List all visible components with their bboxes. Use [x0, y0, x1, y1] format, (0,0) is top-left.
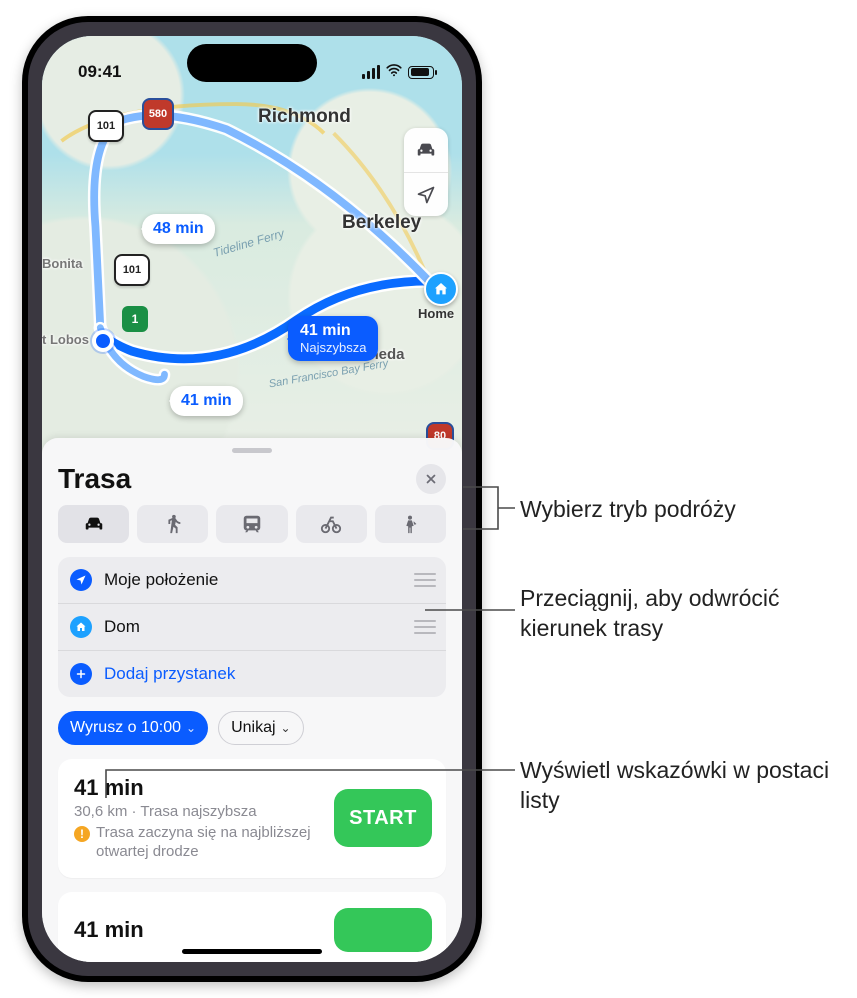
- road-shield-i580: 580: [142, 98, 174, 130]
- callout-modes: Wybierz tryb podróży: [520, 495, 736, 525]
- location-arrow-icon: [70, 569, 92, 591]
- road-shield-us101: 101: [114, 254, 150, 286]
- map-label-bonita: Bonita: [42, 256, 82, 271]
- add-stop-label: Dodaj przystanek: [104, 664, 436, 684]
- route-bubble-time: 41 min: [300, 322, 351, 339]
- close-button[interactable]: [416, 464, 446, 494]
- chevron-down-icon: ⌄: [281, 721, 291, 735]
- add-stop-button[interactable]: Dodaj przystanek: [58, 651, 446, 697]
- directions-sheet: Trasa: [42, 438, 462, 962]
- route-bubble-alt[interactable]: 48 min: [142, 214, 215, 244]
- map-controls: [404, 128, 448, 216]
- home-icon: [70, 616, 92, 638]
- waypoint-from[interactable]: Moje położenie: [58, 557, 446, 604]
- avoid-chip[interactable]: Unikaj ⌄: [218, 711, 304, 745]
- mode-rideshare[interactable]: [375, 505, 446, 543]
- depart-time-chip[interactable]: Wyrusz o 10:00 ⌄: [58, 711, 208, 745]
- route-subtitle: 30,6 km · Trasa najszybsza: [74, 803, 322, 820]
- battery-icon: [408, 66, 434, 79]
- sheet-grabber[interactable]: [232, 448, 272, 453]
- mode-drive[interactable]: [58, 505, 129, 543]
- marker-start[interactable]: [92, 330, 114, 352]
- wifi-icon: [385, 61, 403, 84]
- plus-icon: [70, 663, 92, 685]
- marker-home[interactable]: [424, 272, 458, 306]
- start-button[interactable]: [334, 908, 432, 952]
- waypoint-from-label: Moje położenie: [104, 570, 402, 590]
- waypoint-to-label: Dom: [104, 617, 402, 637]
- locate-me-button[interactable]: [404, 172, 448, 216]
- depart-time-label: Wyrusz o 10:00: [70, 719, 181, 737]
- warning-icon: !: [74, 826, 90, 842]
- phone-frame: 09:41: [22, 16, 482, 982]
- status-time: 09:41: [78, 62, 121, 82]
- callout-list: Wyświetl wskazówki w postaci listy: [520, 756, 840, 816]
- home-indicator[interactable]: [182, 949, 322, 954]
- drag-handle-icon[interactable]: [414, 573, 436, 587]
- start-button-label: START: [349, 807, 417, 830]
- route-warning: Trasa zaczyna się na najbliższej otwarte…: [96, 824, 322, 862]
- route-time: 41 min: [74, 775, 322, 801]
- marker-home-label: Home: [418, 306, 454, 321]
- mode-transit[interactable]: [216, 505, 287, 543]
- mode-cycle[interactable]: [296, 505, 367, 543]
- road-shield-ca1: 1: [122, 306, 148, 332]
- avoid-label: Unikaj: [231, 719, 275, 737]
- dynamic-island: [187, 44, 317, 82]
- waypoint-to[interactable]: Dom: [58, 604, 446, 651]
- map-label-richmond: Richmond: [258, 106, 351, 128]
- road-shield-us101: 101: [88, 110, 124, 142]
- map-label-lobos: t Lobos: [42, 332, 89, 347]
- phone-bezel: 09:41: [28, 22, 476, 976]
- callout-drag: Przeciągnij, aby odwrócić kierunek trasy: [520, 584, 840, 644]
- drag-handle-icon[interactable]: [414, 620, 436, 634]
- route-bubble-selected[interactable]: 41 min Najszybsza: [288, 316, 378, 361]
- map-label-berkeley: Berkeley: [342, 212, 421, 234]
- route-card[interactable]: 41 min 30,6 km · Trasa najszybsza ! Tras…: [58, 759, 446, 878]
- screen: 09:41: [42, 36, 462, 962]
- route-bubble-alt[interactable]: 41 min: [170, 386, 243, 416]
- sheet-title: Trasa: [58, 463, 131, 495]
- chevron-down-icon: ⌄: [186, 721, 196, 735]
- map-view[interactable]: Richmond Berkeley Alameda Bonita t Lobos…: [42, 36, 462, 456]
- cell-signal-icon: [362, 65, 380, 79]
- waypoints-list: Moje położenie Dom Dodaj: [58, 557, 446, 697]
- route-bubble-sub: Najszybsza: [300, 340, 366, 355]
- travel-mode-switcher: [58, 505, 446, 543]
- map-mode-button[interactable]: [404, 128, 448, 172]
- start-button[interactable]: START: [334, 789, 432, 847]
- route-time: 41 min: [74, 917, 322, 943]
- mode-walk[interactable]: [137, 505, 208, 543]
